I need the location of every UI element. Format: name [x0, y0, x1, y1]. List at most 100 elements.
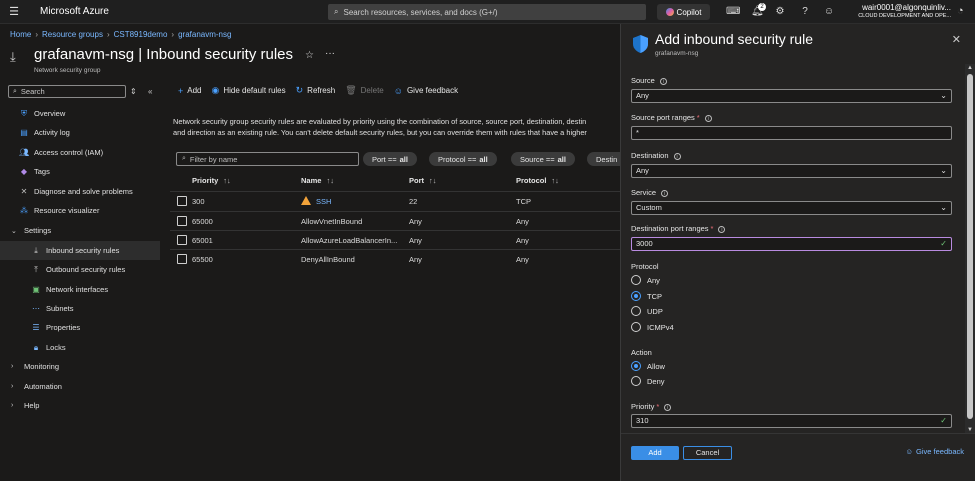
sidebar-group-monitoring[interactable]: › Monitoring — [0, 357, 160, 376]
info-icon[interactable]: i — [659, 78, 667, 85]
row-checkbox[interactable] — [177, 196, 187, 206]
hamburger-menu-icon[interactable]: ☰ — [0, 5, 28, 18]
rule-name-link[interactable]: SSH — [316, 197, 331, 206]
protocol-radio-any[interactable]: Any — [631, 275, 660, 285]
help-icon[interactable]: ? — [799, 6, 811, 18]
protocol-radio-udp[interactable]: UDP — [631, 306, 663, 316]
breadcrumb-nsg[interactable]: grafanavm-nsg — [178, 30, 231, 39]
delete-button[interactable]: 🗑︎ Delete — [345, 85, 384, 96]
sidebar-search-input[interactable]: ⌕ Search — [8, 85, 126, 98]
table-row[interactable]: 65000 AllowVnetInBound Any Any — [170, 211, 620, 231]
close-icon[interactable]: ✕ — [952, 33, 961, 46]
table-row[interactable]: 65500 DenyAllInBound Any Any — [170, 249, 620, 269]
sidebar-item-overview[interactable]: ⛨ Overview — [0, 104, 160, 123]
scroll-up-icon[interactable]: ▲ — [967, 65, 973, 71]
sidebar-group-automation[interactable]: › Automation — [0, 377, 160, 396]
row-checkbox[interactable] — [177, 254, 187, 264]
source-port-ranges-input[interactable]: * — [631, 126, 952, 140]
sidebar-item-network-interfaces[interactable]: ▣ Network interfaces — [0, 280, 160, 299]
info-icon[interactable]: i — [718, 226, 726, 233]
sidebar-item-properties[interactable]: ☰ Properties — [0, 318, 160, 337]
protocol-filter-pill[interactable]: Protocol == all — [429, 152, 497, 166]
info-icon[interactable]: i — [673, 153, 681, 160]
more-options-icon[interactable]: ··· — [325, 48, 335, 59]
table-row[interactable]: 65001 AllowAzureLoadBalancerIn... Any An… — [170, 230, 620, 250]
column-header-port[interactable]: Port ↑↓ — [409, 172, 437, 189]
destination-dropdown[interactable]: Any ⌄ — [631, 164, 952, 178]
breadcrumb-separator-icon: › — [106, 30, 110, 39]
radio-button[interactable] — [631, 361, 641, 371]
sidebar-item-subnets[interactable]: ⋯ Subnets — [0, 299, 160, 318]
sidebar-item-tags[interactable]: ◆ Tags — [0, 162, 160, 181]
refresh-button[interactable]: ↻ Refresh — [296, 85, 336, 96]
radio-button[interactable] — [631, 376, 641, 386]
feedback-icon[interactable]: ☺ — [823, 6, 835, 18]
give-feedback-button[interactable]: ☺ Give feedback — [394, 86, 458, 96]
radio-button[interactable] — [631, 322, 641, 332]
action-radio-allow[interactable]: Allow — [631, 361, 665, 371]
brand-title[interactable]: Microsoft Azure — [40, 6, 109, 17]
breadcrumb-home[interactable]: Home — [10, 30, 31, 39]
breadcrumb-resource-groups[interactable]: Resource groups — [42, 30, 103, 39]
scrollbar-thumb[interactable] — [967, 74, 973, 419]
sidebar-item-activity-log[interactable]: ▤ Activity log — [0, 123, 160, 142]
breadcrumb-resource-group[interactable]: CST8919demo — [114, 30, 168, 39]
sidebar-group-help[interactable]: › Help — [0, 396, 160, 415]
sidebar-item-label: Network interfaces — [46, 285, 109, 294]
sidebar-item-outbound-rules[interactable]: ⤒ Outbound security rules — [0, 260, 160, 279]
sidebar-sort-icon[interactable]: ⇕ — [130, 87, 137, 96]
feedback-icon: ☺ — [393, 85, 403, 96]
sidebar-item-resource-visualizer[interactable]: ⁂ Resource visualizer — [0, 201, 160, 220]
sidebar-item-diagnose[interactable]: ✕ Diagnose and solve problems — [0, 182, 160, 201]
sidebar-item-locks[interactable]: 🔒︎ Locks — [0, 338, 160, 357]
info-icon[interactable]: i — [664, 404, 672, 411]
breadcrumb-separator-icon: › — [35, 30, 39, 39]
command-bar: + Add ◉ Hide default rules ↻ Refresh 🗑︎ Dele… — [178, 85, 458, 96]
action-radio-deny[interactable]: Deny — [631, 376, 665, 386]
add-button[interactable]: + Add — [178, 86, 202, 96]
priority-input-value: 310 — [636, 416, 649, 425]
table-row[interactable]: 300 SSH 22 TCP — [170, 191, 620, 211]
panel-give-feedback-link[interactable]: ☺ Give feedback — [905, 447, 964, 456]
hide-default-rules-button[interactable]: ◉ Hide default rules — [212, 85, 286, 96]
settings-gear-icon[interactable]: ⚙ — [774, 6, 786, 18]
info-icon[interactable]: i — [704, 115, 712, 122]
favorite-star-icon[interactable]: ☆ — [305, 50, 314, 61]
sidebar-item-label: Monitoring — [24, 362, 60, 371]
collapse-sidebar-icon[interactable]: « — [148, 87, 152, 96]
priority-input[interactable]: 310 ✓ — [631, 414, 952, 428]
field-label-text: Destination port ranges — [631, 224, 709, 233]
copilot-button[interactable]: Copilot — [657, 4, 710, 20]
account-menu[interactable]: wair0001@algonquinliv... CLOUD DEVELOPME… — [858, 3, 951, 19]
destination-filter-pill[interactable]: Destin — [587, 152, 620, 166]
destination-port-ranges-input[interactable]: 3000 ✓ — [631, 237, 952, 251]
cloud-shell-icon[interactable]: ⌨ — [726, 6, 740, 18]
service-dropdown[interactable]: Custom ⌄ — [631, 201, 952, 215]
account-org: CLOUD DEVELOPMENT AND OPE... — [858, 13, 951, 19]
row-checkbox[interactable] — [177, 216, 187, 226]
panel-scrollbar[interactable]: ▲ ▼ — [965, 64, 975, 433]
source-dropdown[interactable]: Any ⌄ — [631, 89, 952, 103]
global-search-placeholder: Search resources, services, and docs (G+… — [343, 7, 498, 17]
info-icon[interactable]: i — [661, 190, 669, 197]
sidebar-item-inbound-rules[interactable]: ⤓ Inbound security rules — [0, 241, 160, 260]
radio-button[interactable] — [631, 291, 641, 301]
column-header-priority[interactable]: Priority ↑↓ — [192, 172, 231, 189]
cancel-button[interactable]: Cancel — [683, 446, 732, 460]
add-rule-button[interactable]: Add — [631, 446, 679, 460]
column-header-name[interactable]: Name ↑↓ — [301, 172, 334, 189]
filter-by-name-input[interactable]: ⌕ Filter by name — [176, 152, 359, 166]
radio-button[interactable] — [631, 275, 641, 285]
name-cell[interactable]: SSH — [301, 192, 331, 212]
global-search-input[interactable]: ⌕ Search resources, services, and docs (… — [328, 4, 646, 20]
column-header-protocol[interactable]: Protocol ↑↓ — [516, 172, 559, 189]
protocol-radio-tcp[interactable]: TCP — [631, 291, 662, 301]
sidebar-group-settings[interactable]: ⌄ Settings — [0, 221, 160, 240]
radio-button[interactable] — [631, 306, 641, 316]
sidebar-item-access-control[interactable]: 👥︎ Access control (IAM) — [0, 143, 160, 162]
protocol-radio-icmpv4[interactable]: ICMPv4 — [631, 322, 674, 332]
port-filter-pill[interactable]: Port == all — [363, 152, 417, 166]
source-filter-pill[interactable]: Source == all — [511, 152, 575, 166]
avatar-icon[interactable]: ◔ — [957, 5, 970, 18]
row-checkbox[interactable] — [177, 235, 187, 245]
